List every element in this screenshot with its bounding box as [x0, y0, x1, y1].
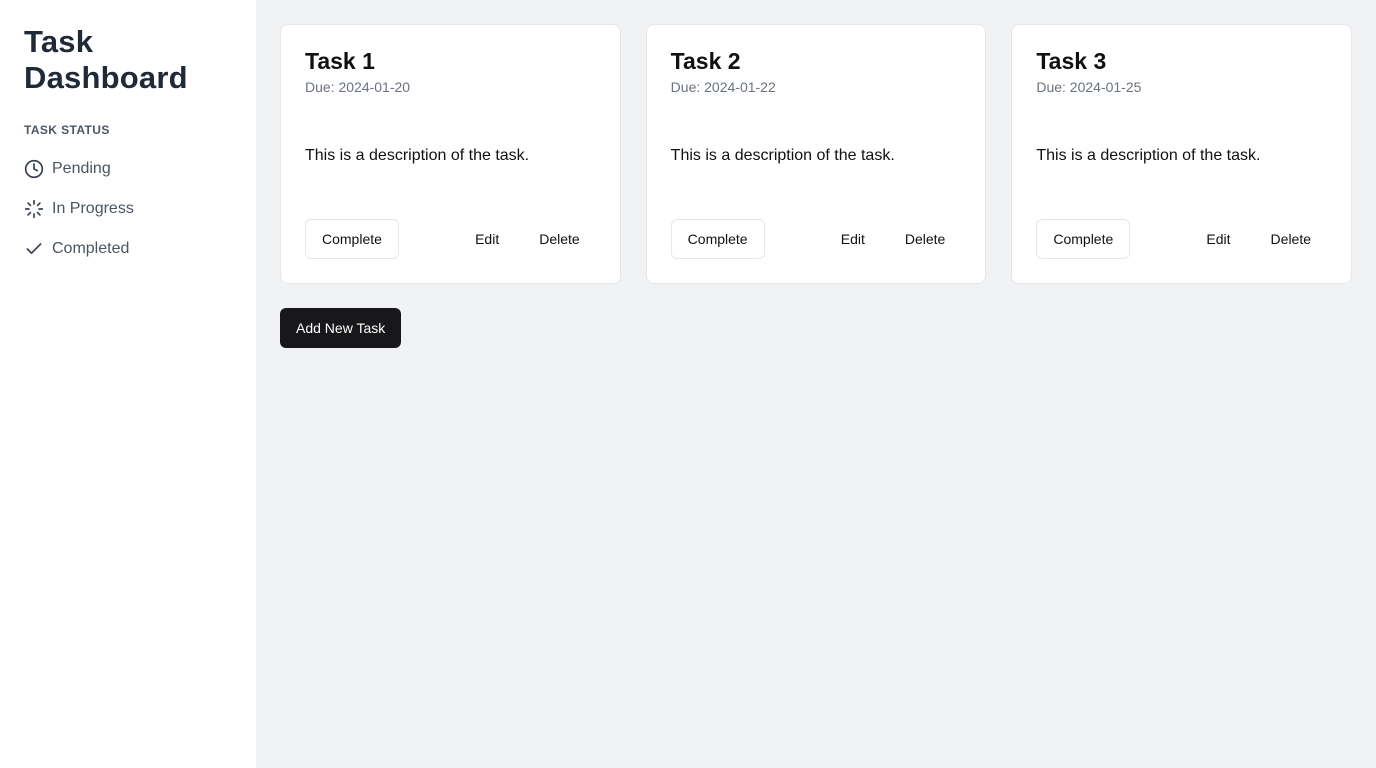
complete-button[interactable]: Complete	[1036, 219, 1131, 259]
task-card: Task 2 Due: 2024-01-22 This is a descrip…	[645, 24, 987, 284]
task-title: Task 3	[1036, 48, 1107, 74]
loader-icon	[24, 199, 44, 219]
main-content: Task 1 Due: 2024-01-20 This is a descrip…	[256, 0, 1376, 768]
task-due-date: Due: 2024-01-22	[670, 79, 776, 95]
status-nav: Pending In Progress Completed	[24, 149, 232, 269]
task-description: This is a description of the task.	[1036, 147, 1261, 164]
sidebar: Task Dashboard TASK STATUS Pending In Pr…	[0, 0, 256, 768]
check-icon	[24, 239, 44, 259]
task-title: Task 1	[305, 48, 375, 74]
nav-item-label: Pending	[52, 160, 111, 177]
task-title: Task 2	[670, 48, 741, 74]
nav-item-in-progress[interactable]: In Progress	[24, 189, 232, 229]
delete-button[interactable]: Delete	[1255, 219, 1327, 259]
task-actions: Complete Edit Delete	[670, 219, 962, 259]
task-due-date: Due: 2024-01-25	[1036, 79, 1142, 95]
task-due-date: Due: 2024-01-20	[305, 79, 411, 95]
section-label-task-status: TASK STATUS	[24, 123, 110, 137]
nav-item-pending[interactable]: Pending	[24, 149, 232, 189]
delete-button[interactable]: Delete	[523, 219, 595, 259]
edit-button[interactable]: Edit	[459, 219, 515, 259]
task-actions: Complete Edit Delete	[1036, 219, 1327, 259]
edit-button[interactable]: Edit	[825, 219, 881, 259]
clock-icon	[24, 159, 44, 179]
task-card: Task 3 Due: 2024-01-25 This is a descrip…	[1011, 24, 1353, 284]
task-card: Task 1 Due: 2024-01-20 This is a descrip…	[280, 24, 621, 284]
task-description: This is a description of the task.	[305, 147, 530, 164]
add-new-task-button[interactable]: Add New Task	[280, 308, 402, 348]
nav-item-completed[interactable]: Completed	[24, 229, 232, 269]
nav-item-label: In Progress	[52, 200, 134, 217]
delete-button[interactable]: Delete	[889, 219, 961, 259]
task-actions: Complete Edit Delete	[305, 219, 596, 259]
nav-item-label: Completed	[52, 240, 130, 257]
complete-button[interactable]: Complete	[670, 219, 765, 259]
edit-button[interactable]: Edit	[1190, 219, 1246, 259]
app-title: Task Dashboard	[24, 24, 188, 95]
task-cards: Task 1 Due: 2024-01-20 This is a descrip…	[280, 24, 1353, 284]
task-description: This is a description of the task.	[670, 147, 895, 164]
complete-button[interactable]: Complete	[305, 219, 399, 259]
